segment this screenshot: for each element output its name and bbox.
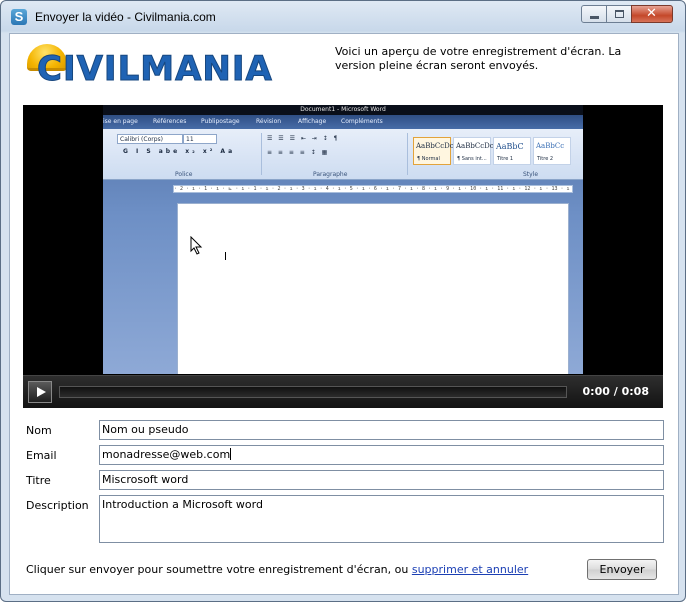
word-tab: Affichage xyxy=(298,118,327,125)
word-title: Document1 - Microsoft Word xyxy=(103,105,583,115)
format-icons: G I S abe x₂ x² Aa xyxy=(123,148,236,155)
style-title-1: AaBbC Titre 1 xyxy=(493,137,531,165)
preview-note: Voici un aperçu de votre enregistrement … xyxy=(335,45,622,72)
close-button[interactable]: ✕ xyxy=(631,5,673,23)
style-name: Titre 1 xyxy=(497,156,514,162)
style-name: ¶ Sans int... xyxy=(457,156,487,162)
style-name: Titre 2 xyxy=(537,156,554,162)
video-player: Document1 - Microsoft Word ise en page R… xyxy=(23,105,663,408)
nom-input[interactable]: Nom ou pseudo xyxy=(99,420,664,440)
send-button[interactable]: Envoyer xyxy=(587,559,657,580)
word-tab: Révision xyxy=(256,118,282,125)
style-no-spacing: AaBbCcDc ¶ Sans int... xyxy=(453,137,494,165)
style-title-2: AaBbCc Titre 2 xyxy=(533,137,571,165)
text-caret xyxy=(225,252,226,260)
play-icon xyxy=(37,387,46,397)
titre-input[interactable]: Miscrosoft word xyxy=(99,470,664,490)
minimize-icon xyxy=(590,16,599,19)
time-display: 0:00 / 0:08 xyxy=(583,385,649,398)
time-separator: / xyxy=(613,385,618,398)
style-sample: AaBbC xyxy=(496,142,524,151)
description-label: Description xyxy=(26,499,89,512)
mouse-pointer-icon xyxy=(190,236,203,255)
font-size: 11 xyxy=(186,136,194,143)
app-icon: S xyxy=(11,9,27,25)
ribbon-separator xyxy=(407,133,408,175)
time-total: 0:08 xyxy=(621,385,649,398)
email-label: Email xyxy=(26,449,57,462)
logo-text: CIVILMANIA xyxy=(37,49,273,90)
style-name: ¶ Normal xyxy=(417,156,440,162)
seek-bar[interactable] xyxy=(59,386,567,398)
cancel-link[interactable]: supprimer et annuler xyxy=(412,563,528,576)
font-size-box: 11 xyxy=(183,134,217,144)
word-tab: Compléments xyxy=(341,118,383,125)
civilmania-logo: CIVILMANIA xyxy=(23,42,273,94)
style-sample: AaBbCc xyxy=(536,142,565,150)
word-tab: Publipostage xyxy=(201,118,240,125)
font-name-box: Calibri (Corps) xyxy=(117,134,183,144)
footer-instructions: Cliquer sur envoyer pour soumettre votre… xyxy=(26,563,528,576)
style-sample: AaBbCcDc xyxy=(416,142,454,150)
footer-text: Cliquer sur envoyer pour soumettre votre… xyxy=(26,563,409,576)
word-tab: ise en page xyxy=(103,118,138,125)
style-normal: AaBbCcDc ¶ Normal xyxy=(413,137,454,165)
group-font: Police xyxy=(175,171,193,178)
title-bar[interactable]: S Envoyer la vidéo - Civilmania.com ✕ xyxy=(1,1,685,33)
font-name: Calibri (Corps) xyxy=(120,136,163,143)
align-icons: ≡ ≡ ≡ ≡ ↕ ▦ xyxy=(267,149,330,156)
text-cursor xyxy=(230,448,232,460)
minimize-button[interactable] xyxy=(581,5,607,23)
group-paragraph: Paragraphe xyxy=(313,171,348,178)
list-icons: ☰ ☰ ☰ ⇤ ⇥ ↕ ¶ xyxy=(267,135,340,142)
video-frame: Document1 - Microsoft Word ise en page R… xyxy=(103,105,583,374)
play-button[interactable] xyxy=(28,381,52,403)
titre-label: Titre xyxy=(26,474,51,487)
ribbon-separator xyxy=(261,133,262,175)
video-controls: 0:00 / 0:08 xyxy=(23,375,663,408)
style-sample: AaBbCcDc xyxy=(456,142,494,150)
dialog-window: S Envoyer la vidéo - Civilmania.com ✕ CI… xyxy=(0,0,686,602)
group-style: Style xyxy=(523,171,539,178)
word-ruler: · 2 · ı · 1 · ı · ⊾ · ı · 1 · ı · 2 · ı … xyxy=(173,185,573,193)
nom-label: Nom xyxy=(26,424,52,437)
word-document-page xyxy=(177,203,569,374)
description-textarea[interactable]: Introduction a Microsoft word xyxy=(99,495,664,543)
email-input[interactable]: monadresse@web.com xyxy=(99,445,664,465)
dialog-content: CIVILMANIA Voici un aperçu de votre enre… xyxy=(9,33,679,595)
maximize-button[interactable] xyxy=(606,5,632,23)
word-ribbon: Calibri (Corps) 11 G I S abe x₂ x² Aa Po… xyxy=(103,129,583,180)
window-title: Envoyer la vidéo - Civilmania.com xyxy=(35,10,216,24)
maximize-icon xyxy=(615,10,624,18)
word-tab: Références xyxy=(153,118,187,125)
word-tabs: ise en page Références Publipostage Révi… xyxy=(103,115,583,129)
email-value: monadresse@web.com xyxy=(102,448,231,461)
time-current: 0:00 xyxy=(582,385,610,398)
close-icon: ✕ xyxy=(646,6,657,21)
